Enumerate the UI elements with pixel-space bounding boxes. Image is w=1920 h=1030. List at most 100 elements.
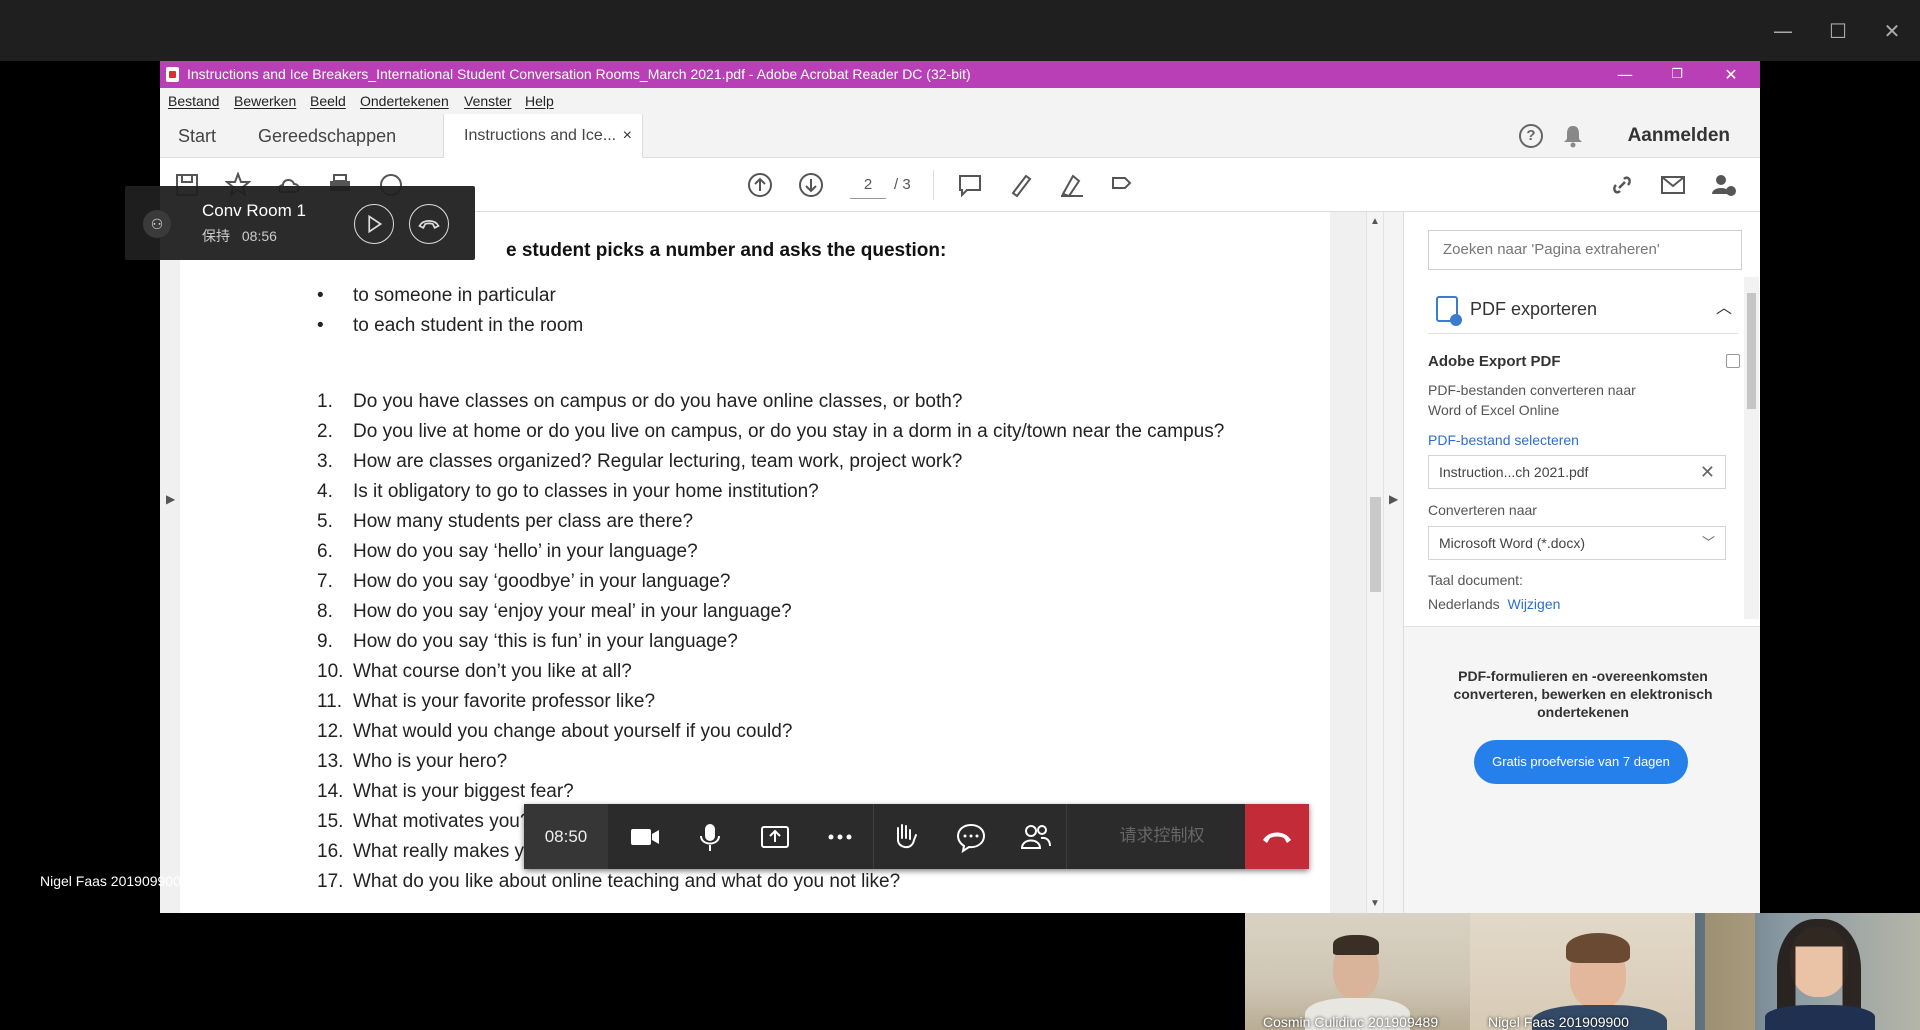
meeting-window-titlebar [0,0,1920,61]
outer-close-button[interactable]: ✕ [1872,14,1912,48]
question-item: 12. What would you change about yourself … [317,717,1277,747]
add-user-icon[interactable] [1711,172,1737,198]
outer-maximize-button[interactable]: ☐ [1818,14,1858,48]
question-number: 6. [317,541,333,562]
microphone-icon[interactable] [693,820,727,854]
toolbar-separator [873,804,874,869]
share-screen-icon[interactable] [758,820,792,854]
question-item: 9. How do you say ‘this is fun’ in your l… [317,627,1277,657]
question-text: Do you have classes on campus or do you … [353,391,963,412]
scroll-thumb[interactable] [1370,497,1381,592]
promo-section: PDF-formulieren en -overeenkomsten conve… [1404,626,1760,913]
room-status-label: 保持 [202,228,230,244]
tab-tools[interactable]: Gereedschappen [258,114,396,158]
language-row: Nederlands Wijzigen [1428,594,1560,614]
chevron-up-icon: ︿ [1715,300,1732,317]
raise-hand-icon[interactable] [888,820,922,854]
presenter-name: Nigel Faas 201909900 [40,873,181,889]
toolbar-divider [933,170,934,200]
tools-pane-scroll-thumb[interactable] [1747,293,1756,409]
prev-page-icon[interactable] [747,172,773,198]
question-item: 11. What is your favorite professor like? [317,687,1277,717]
service-description: PDF-bestanden converteren naar Word of E… [1428,382,1636,418]
participant-hair [1566,933,1630,963]
menu-bewerken[interactable]: Bewerken [234,88,296,114]
question-item: 6. How do you say ‘hello’ in your languag… [317,537,1277,567]
next-page-icon[interactable] [798,172,824,198]
sign-icon[interactable] [1059,172,1085,198]
document-scrollbar[interactable]: ▲ ▼ [1366,212,1383,913]
chat-icon[interactable] [954,820,988,854]
comment-icon[interactable] [957,172,983,198]
participant-name: Cosmin Culidiuc 201909489 [1263,1014,1439,1030]
meeting-timer: 08:50 [524,804,608,869]
leave-room-icon[interactable] [409,204,449,244]
video-tile[interactable]: Cosmin Culidiuc 201909489 [1245,913,1470,1030]
question-number: 8. [317,601,333,622]
remove-file-icon[interactable]: ✕ [1700,456,1715,488]
question-number: 1. [317,391,333,412]
tab-close-icon[interactable]: × [623,114,632,158]
selected-file-field[interactable]: Instruction...ch 2021.pdf ✕ [1428,455,1726,489]
room-status: 保持 08:56 [202,226,277,246]
question-number: 17. [317,871,344,892]
tab-document[interactable]: Instructions and Ice... × [443,114,643,159]
language-change-link[interactable]: Wijzigen [1508,596,1561,612]
acrobat-titlebar: Instructions and Ice Breakers_Internatio… [160,61,1760,88]
video-tile[interactable] [1695,913,1920,1030]
pdf-export-header[interactable]: PDF exporteren ︿ [1428,294,1738,334]
copy-icon[interactable] [1726,354,1740,368]
close-button[interactable]: ✕ [1706,61,1756,88]
outer-minimize-button[interactable]: — [1763,14,1803,48]
page-total: / 3 [894,176,911,193]
question-number: 12. [317,721,344,742]
camera-icon[interactable] [628,820,662,854]
left-pane-toggle[interactable]: ▶ [160,212,180,913]
question-item: 4. Is it obligatory to go to classes in y… [317,477,1277,507]
question-item: 10. What course don’t you like at all? [317,657,1277,687]
menu-bestand[interactable]: Bestand [168,88,219,114]
hang-up-button[interactable] [1245,804,1309,869]
video-tile[interactable]: Nigel Faas 201909900 [1470,913,1695,1030]
menu-venster[interactable]: Venster [464,88,511,114]
participants-icon[interactable] [1019,820,1053,854]
room-timer: 08:56 [241,228,277,244]
question-number: 5. [317,511,333,532]
highlight-icon[interactable] [1008,172,1034,198]
tools-pane-scrollbar[interactable] [1744,277,1759,619]
request-control-button[interactable]: 请求控制权 [1092,804,1232,869]
document-heading: e student picks a number and asks the qu… [506,240,947,261]
question-text: Is it obligatory to go to classes in you… [353,481,819,502]
menu-beeld[interactable]: Beeld [310,88,346,114]
convert-format-select[interactable]: Microsoft Word (*.docx) ﹀ [1428,526,1726,560]
tools-pane: Zoeken naar 'Pagina extraheren' PDF expo… [1403,212,1760,913]
menu-ondertekenen[interactable]: Ondertekenen [360,88,449,114]
restore-button[interactable]: ❐ [1652,61,1702,88]
free-trial-button[interactable]: Gratis proefversie van 7 dagen [1474,740,1688,784]
question-item: 13. Who is your hero? [317,747,1277,777]
link-icon[interactable] [1609,172,1635,198]
scroll-down-icon[interactable]: ▼ [1370,898,1380,909]
acrobat-logo-icon [166,67,179,82]
help-icon[interactable]: ? [1519,124,1543,148]
tab-start[interactable]: Start [178,114,216,158]
bell-icon[interactable] [1562,124,1584,148]
question-text: How many students per class are there? [353,511,694,532]
right-pane-toggle[interactable]: ▶ [1383,212,1403,913]
bullet-item: to someone in particular [317,285,583,315]
question-item: 5. How many students per class are there? [317,507,1277,537]
tools-search-input[interactable]: Zoeken naar 'Pagina extraheren' [1428,230,1742,270]
minimize-button[interactable]: — [1600,61,1650,88]
more-options-icon[interactable] [823,820,857,854]
page-number-input[interactable]: 2 [850,172,886,199]
mail-icon[interactable] [1660,172,1686,198]
menu-help[interactable]: Help [525,88,554,114]
window-title: Instructions and Ice Breakers_Internatio… [187,66,971,82]
select-file-link[interactable]: PDF-bestand selecteren [1428,430,1579,450]
edit-icon[interactable] [1110,172,1136,198]
resume-play-icon[interactable] [354,204,394,244]
scroll-up-icon[interactable]: ▲ [1370,216,1380,227]
sign-in-button[interactable]: Aanmelden [1628,114,1730,158]
hang-up-icon [1263,832,1291,843]
question-text: How do you say ‘this is fun’ in your lan… [353,631,738,652]
